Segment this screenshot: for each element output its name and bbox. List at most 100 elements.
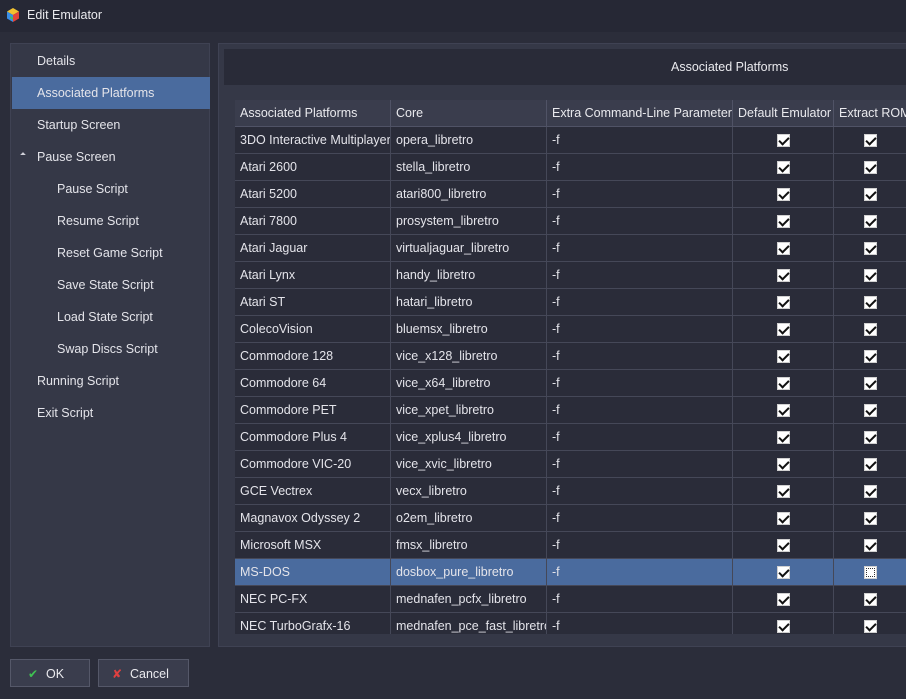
default-emulator-checkbox[interactable]: [776, 349, 790, 363]
table-row[interactable]: Commodore PET vice_xpet_libretro -f: [235, 397, 906, 424]
extract-roms-cell[interactable]: [834, 370, 906, 397]
cancel-button[interactable]: ✘ Cancel: [98, 659, 189, 687]
core-cell[interactable]: vice_xplus4_libretro: [391, 424, 547, 451]
column-header-extra-command-line-parameters[interactable]: Extra Command-Line Parameters: [547, 100, 733, 127]
extract-roms-checkbox[interactable]: [863, 160, 877, 174]
sidebar-item-exit-script[interactable]: Exit Script: [12, 397, 210, 429]
platform-cell[interactable]: Commodore PET: [235, 397, 391, 424]
params-cell[interactable]: -f: [547, 532, 733, 559]
platform-cell[interactable]: Commodore 128: [235, 343, 391, 370]
extract-roms-checkbox[interactable]: [863, 376, 877, 390]
default-emulator-cell[interactable]: [733, 181, 834, 208]
params-cell[interactable]: -f: [547, 397, 733, 424]
table-row[interactable]: Atari 2600 stella_libretro -f: [235, 154, 906, 181]
extract-roms-checkbox[interactable]: [863, 322, 877, 336]
extract-roms-cell[interactable]: [834, 262, 906, 289]
default-emulator-checkbox[interactable]: [776, 295, 790, 309]
platform-cell[interactable]: Atari ST: [235, 289, 391, 316]
platform-cell[interactable]: Microsoft MSX: [235, 532, 391, 559]
platform-cell[interactable]: MS-DOS: [235, 559, 391, 586]
extract-roms-checkbox[interactable]: [863, 187, 877, 201]
sidebar-item-running-script[interactable]: Running Script: [12, 365, 210, 397]
default-emulator-cell[interactable]: [733, 478, 834, 505]
default-emulator-cell[interactable]: [733, 586, 834, 613]
params-cell[interactable]: -f: [547, 208, 733, 235]
core-cell[interactable]: vice_xvic_libretro: [391, 451, 547, 478]
platform-cell[interactable]: NEC PC-FX: [235, 586, 391, 613]
default-emulator-checkbox[interactable]: [776, 160, 790, 174]
params-cell[interactable]: -f: [547, 370, 733, 397]
core-cell[interactable]: atari800_libretro: [391, 181, 547, 208]
default-emulator-cell[interactable]: [733, 289, 834, 316]
extract-roms-cell[interactable]: [834, 343, 906, 370]
table-row[interactable]: 3DO Interactive Multiplayer opera_libretr…: [235, 127, 906, 154]
default-emulator-cell[interactable]: [733, 208, 834, 235]
extract-roms-checkbox[interactable]: [863, 619, 877, 633]
default-emulator-checkbox[interactable]: [776, 241, 790, 255]
sidebar-item-resume-script[interactable]: Resume Script: [12, 205, 210, 237]
sidebar-item-startup-screen[interactable]: Startup Screen: [12, 109, 210, 141]
core-cell[interactable]: bluemsx_libretro: [391, 316, 547, 343]
params-cell[interactable]: -f: [547, 289, 733, 316]
extract-roms-cell[interactable]: [834, 181, 906, 208]
extract-roms-checkbox[interactable]: [863, 133, 877, 147]
sidebar-item-load-state-script[interactable]: Load State Script: [12, 301, 210, 333]
table-row[interactable]: Atari Jaguar virtualjaguar_libretro -f: [235, 235, 906, 262]
platform-cell[interactable]: Atari 5200: [235, 181, 391, 208]
params-cell[interactable]: -f: [547, 343, 733, 370]
table-row[interactable]: GCE Vectrex vecx_libretro -f: [235, 478, 906, 505]
default-emulator-cell[interactable]: [733, 127, 834, 154]
sidebar-item-save-state-script[interactable]: Save State Script: [12, 269, 210, 301]
extract-roms-checkbox[interactable]: [863, 295, 877, 309]
extract-roms-cell[interactable]: [834, 613, 906, 634]
default-emulator-checkbox[interactable]: [776, 268, 790, 282]
default-emulator-checkbox[interactable]: [776, 430, 790, 444]
platform-cell[interactable]: Atari 7800: [235, 208, 391, 235]
expand-arrow-icon[interactable]: [20, 152, 26, 158]
default-emulator-cell[interactable]: [733, 370, 834, 397]
params-cell[interactable]: -f: [547, 262, 733, 289]
sidebar-item-associated-platforms[interactable]: Associated Platforms: [12, 77, 210, 109]
core-cell[interactable]: o2em_libretro: [391, 505, 547, 532]
default-emulator-cell[interactable]: [733, 559, 834, 586]
sidebar-item-details[interactable]: Details: [12, 45, 210, 77]
core-cell[interactable]: vice_x128_libretro: [391, 343, 547, 370]
params-cell[interactable]: -f: [547, 505, 733, 532]
default-emulator-checkbox[interactable]: [776, 376, 790, 390]
params-cell[interactable]: -f: [547, 235, 733, 262]
default-emulator-cell[interactable]: [733, 397, 834, 424]
default-emulator-cell[interactable]: [733, 235, 834, 262]
default-emulator-checkbox[interactable]: [776, 538, 790, 552]
params-cell[interactable]: -f: [547, 181, 733, 208]
params-cell[interactable]: -f: [547, 478, 733, 505]
extract-roms-cell[interactable]: [834, 316, 906, 343]
extract-roms-cell[interactable]: [834, 235, 906, 262]
platform-cell[interactable]: 3DO Interactive Multiplayer: [235, 127, 391, 154]
sidebar-item-pause-screen[interactable]: Pause Screen: [12, 141, 210, 173]
core-cell[interactable]: mednafen_pce_fast_libretro: [391, 613, 547, 634]
extract-roms-checkbox[interactable]: [863, 349, 877, 363]
table-row[interactable]: Microsoft MSX fmsx_libretro -f: [235, 532, 906, 559]
extract-roms-checkbox[interactable]: [863, 484, 877, 498]
params-cell[interactable]: -f: [547, 424, 733, 451]
column-header-extract-roms[interactable]: Extract ROMs: [834, 100, 906, 127]
default-emulator-cell[interactable]: [733, 451, 834, 478]
default-emulator-checkbox[interactable]: [776, 214, 790, 228]
default-emulator-checkbox[interactable]: [776, 187, 790, 201]
default-emulator-checkbox[interactable]: [776, 457, 790, 471]
extract-roms-checkbox[interactable]: [863, 511, 877, 525]
ok-button[interactable]: ✔ OK: [10, 659, 90, 687]
extract-roms-cell[interactable]: [834, 289, 906, 316]
table-row[interactable]: Atari Lynx handy_libretro -f: [235, 262, 906, 289]
default-emulator-checkbox[interactable]: [776, 322, 790, 336]
params-cell[interactable]: -f: [547, 154, 733, 181]
table-row[interactable]: Atari 7800 prosystem_libretro -f: [235, 208, 906, 235]
table-row[interactable]: Atari 5200 atari800_libretro -f: [235, 181, 906, 208]
default-emulator-checkbox[interactable]: [776, 592, 790, 606]
core-cell[interactable]: vice_x64_libretro: [391, 370, 547, 397]
default-emulator-cell[interactable]: [733, 505, 834, 532]
core-cell[interactable]: opera_libretro: [391, 127, 547, 154]
default-emulator-checkbox[interactable]: [776, 565, 790, 579]
platform-cell[interactable]: Atari Jaguar: [235, 235, 391, 262]
column-header-core[interactable]: Core: [391, 100, 547, 127]
